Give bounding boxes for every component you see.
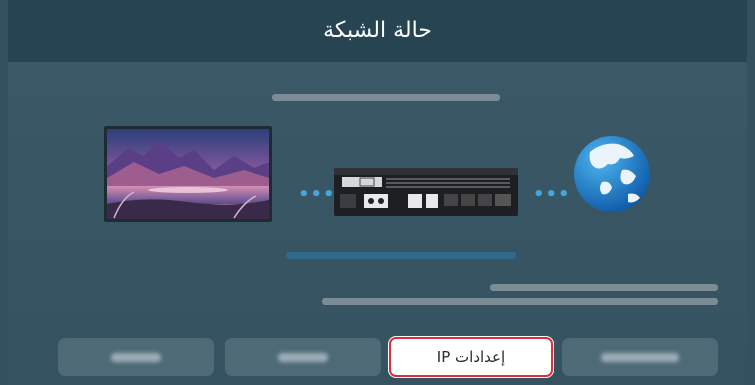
blurred-label: [601, 353, 679, 362]
status-text-placeholder: [272, 94, 500, 101]
blurred-button-2[interactable]: [225, 338, 381, 376]
connection-dots-left: •••: [298, 184, 336, 205]
blurred-button-1[interactable]: [58, 338, 214, 376]
blurred-label: [278, 353, 328, 362]
blurred-label: [111, 353, 161, 362]
tv-landscape-icon: [107, 129, 269, 219]
connection-dots-right: •••: [533, 184, 571, 205]
network-device-image: [334, 168, 518, 218]
blurred-button-4[interactable]: [562, 338, 718, 376]
page-title: حالة الشبكة: [323, 18, 432, 43]
internet-globe-image: [572, 124, 654, 222]
detail-text-placeholder-2: [322, 298, 718, 305]
detail-text-placeholder-1: [490, 284, 718, 291]
tv-screen-image: [104, 126, 272, 222]
network-status-panel: [8, 62, 747, 385]
ip-settings-label: إعدادات IP: [436, 348, 506, 366]
ip-settings-button[interactable]: إعدادات IP: [389, 337, 553, 377]
header-bar: حالة الشبكة: [8, 0, 747, 62]
router-icon: [334, 168, 518, 216]
progress-placeholder: [286, 252, 516, 259]
globe-icon: [574, 136, 650, 212]
